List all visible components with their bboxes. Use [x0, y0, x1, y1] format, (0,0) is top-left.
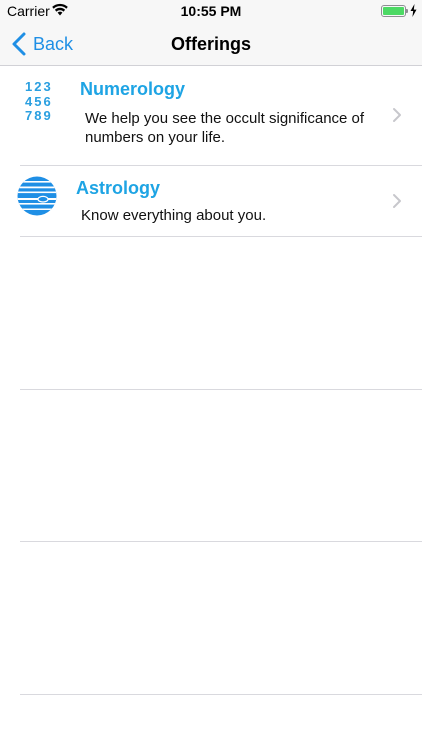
offering-description-line: numbers on your life.	[85, 129, 226, 146]
numerology-digits-icon: 123 456 789	[25, 79, 59, 124]
clock: 10:55 PM	[180, 3, 242, 19]
chevron-right-icon	[393, 194, 401, 208]
planet-icon	[17, 176, 57, 216]
offering-title: Astrology	[76, 178, 161, 198]
icon-digit-row: 123	[25, 79, 53, 94]
navigation-bar: Back Offerings	[0, 22, 422, 66]
offering-row-astrology[interactable]: Astrology Know everything about you.	[0, 165, 422, 237]
battery-icon	[381, 5, 406, 17]
offering-row-numerology[interactable]: 123 456 789 Numerology We help you see t…	[0, 66, 422, 165]
row-separator	[20, 541, 422, 542]
page-title: Offerings	[170, 34, 251, 54]
row-separator	[20, 389, 422, 390]
icon-digit-row: 456	[25, 93, 53, 109]
battery-level	[383, 7, 404, 15]
offering-description-line: We help you see the occult significance …	[85, 110, 365, 127]
status-bar: Carrier 10:55 PM	[0, 0, 422, 22]
battery-cap	[406, 9, 408, 13]
row-separator	[20, 694, 422, 695]
offering-title: Numerology	[80, 79, 186, 99]
offering-description-line: Know everything about you.	[81, 207, 267, 224]
charging-bolt-icon	[410, 4, 417, 17]
chevron-right-icon	[393, 108, 401, 122]
row-separator	[20, 236, 422, 237]
icon-digit-row: 789	[25, 108, 53, 123]
